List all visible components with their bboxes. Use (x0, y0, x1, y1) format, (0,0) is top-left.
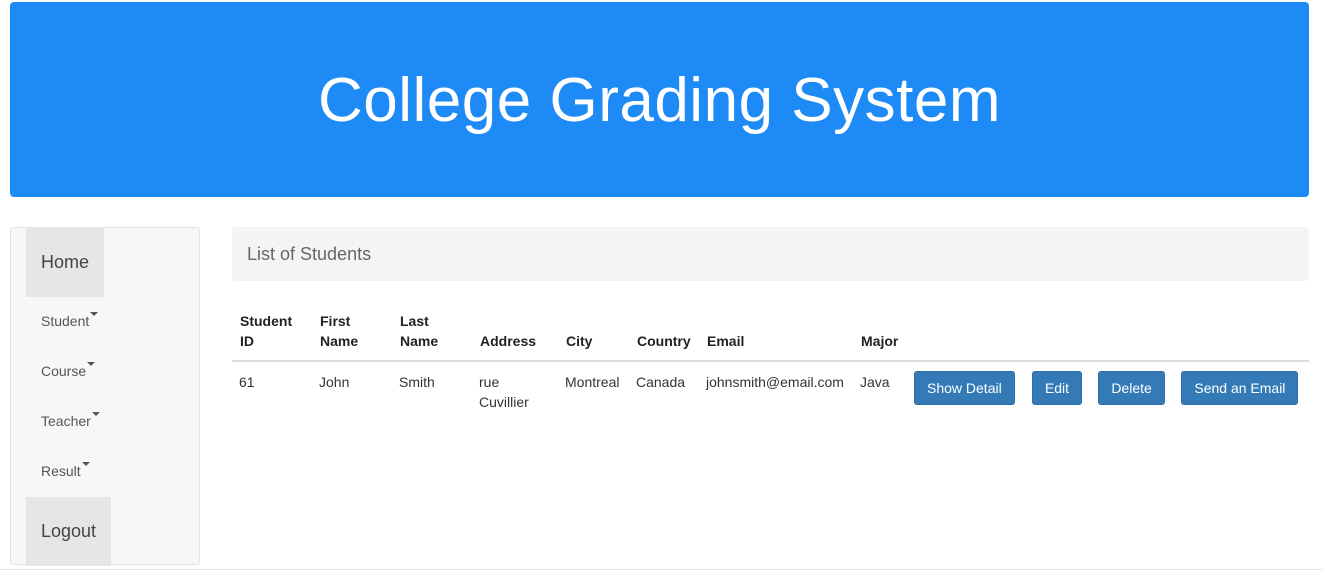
header-student-id: Student ID (232, 311, 312, 362)
send-email-button[interactable]: Send an Email (1181, 371, 1299, 405)
nav-logout[interactable]: Logout (26, 497, 111, 566)
header-major: Major (853, 311, 907, 362)
cell-email: johnsmith@email.com (706, 374, 844, 390)
header-address: Address (472, 311, 558, 362)
table-row: 61 John Smith rue Cuvillier Montreal Cana… (232, 361, 1309, 420)
header-banner: College Grading System (10, 2, 1309, 197)
cell-edit: Edit (1025, 361, 1091, 420)
nav-teacher-dropdown[interactable]: Teacher (41, 412, 100, 429)
header-actions-1 (907, 311, 1025, 362)
nav-result-dropdown[interactable]: Result (41, 462, 90, 479)
nav-home[interactable]: Home (26, 228, 104, 297)
header-actions-4 (1174, 311, 1309, 362)
nav-student-label: Student (41, 313, 90, 329)
table-header-row: Student ID First Name Last Name Address Cit… (232, 311, 1309, 362)
sidebar: Home Student Course Teacher Result Logou… (10, 227, 200, 566)
header-actions-3 (1091, 311, 1175, 362)
header-first-name: First Name (312, 311, 392, 362)
nav-student-dropdown[interactable]: Student (41, 312, 99, 329)
cell-major: Java (860, 374, 890, 390)
delete-button[interactable]: Delete (1098, 371, 1165, 405)
header-city: City (558, 311, 629, 362)
cell-address: rue Cuvillier (479, 374, 529, 410)
header-email: Email (699, 311, 853, 362)
nav-course-dropdown[interactable]: Course (41, 362, 96, 379)
cell-last-name: Smith (399, 374, 435, 390)
caret-down-icon (91, 412, 100, 416)
caret-down-icon (81, 462, 90, 466)
caret-down-icon (87, 362, 96, 366)
cell-first-name: John (319, 374, 350, 390)
students-table: Student ID First Name Last Name Address Cit… (232, 311, 1309, 420)
header-last-name: Last Name (392, 311, 472, 362)
cell-city: Montreal (565, 374, 620, 390)
caret-down-icon (90, 312, 99, 316)
nav-course-label: Course (41, 363, 87, 379)
cell-show-detail: Show Detail (907, 361, 1025, 420)
edit-button[interactable]: Edit (1031, 371, 1083, 405)
header-actions-2 (1024, 311, 1092, 362)
nav-result-label: Result (41, 463, 81, 479)
header-country: Country (629, 311, 699, 362)
cell-delete: Delete (1091, 361, 1174, 420)
page-title: College Grading System (318, 66, 1001, 135)
panel-heading: List of Students (232, 227, 1309, 281)
cell-send-email: Send an Email (1174, 361, 1309, 420)
show-detail-button[interactable]: Show Detail (914, 371, 1015, 405)
nav-teacher-label: Teacher (41, 413, 91, 429)
cell-student-id: 61 (239, 374, 255, 390)
cell-country: Canada (636, 374, 686, 390)
